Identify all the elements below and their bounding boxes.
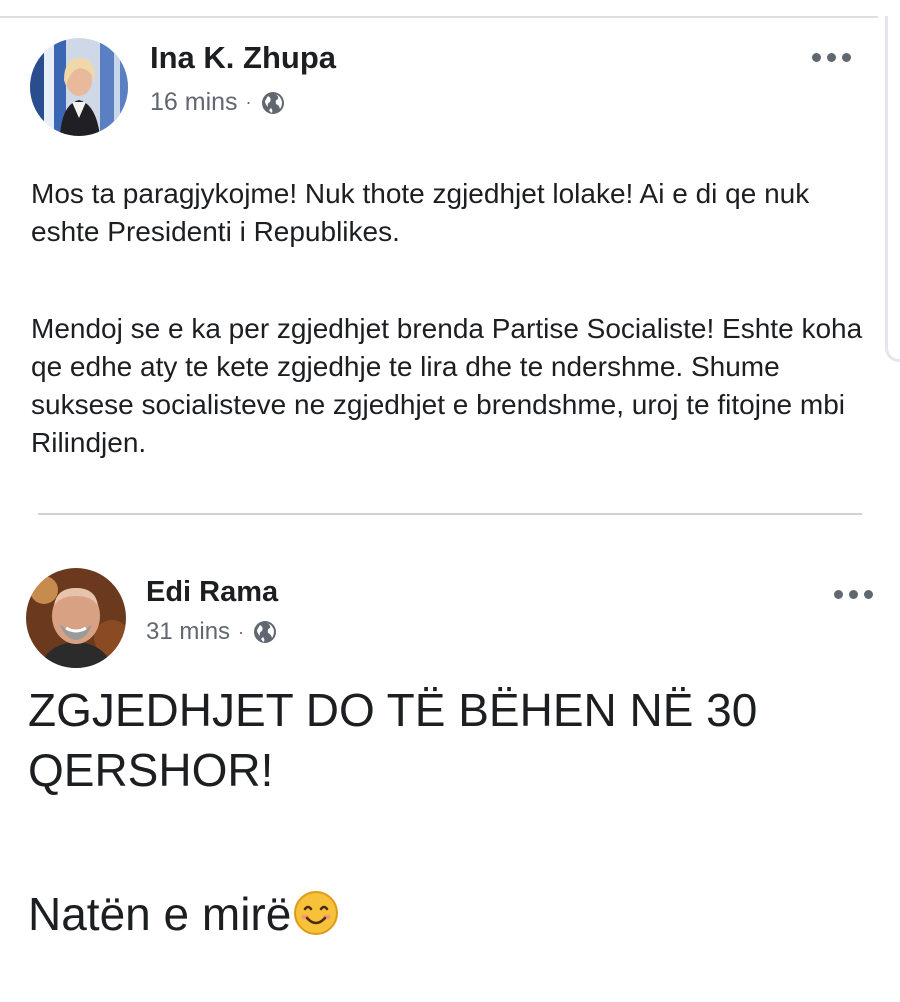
post-time[interactable]: 16 mins [150, 88, 238, 117]
top-divider [0, 16, 878, 18]
globe-icon [260, 90, 286, 116]
post-text-paragraph: ZGJEDHJET DO TË BËHEN NË 30 QERSHOR! [28, 684, 758, 796]
more-options-icon[interactable] [834, 590, 873, 599]
author-name[interactable]: Ina K. Zhupa [150, 40, 336, 76]
avatar[interactable] [26, 568, 126, 668]
more-options-icon[interactable] [812, 53, 851, 62]
avatar[interactable] [30, 38, 128, 136]
post-text-paragraph: Mos ta paragjykojme! Nuk thote zgjedhjet… [31, 178, 810, 247]
post-time[interactable]: 31 mins [146, 618, 230, 646]
meta-separator: · [245, 92, 252, 112]
smiling-face-emoji [293, 890, 339, 936]
globe-icon [252, 619, 278, 645]
post-divider [38, 513, 862, 515]
side-panel-edge [885, 16, 900, 362]
post-text-paragraph: Mendoj se e ka per zgjedhjet brenda Part… [31, 313, 863, 458]
post-text-paragraph: Natën e mirë [28, 884, 888, 944]
post-meta: 31 mins · [146, 618, 278, 646]
meta-separator: · [238, 621, 245, 642]
post-text-line: Natën e mirë [28, 888, 292, 940]
post-meta: 16 mins · [150, 88, 286, 117]
author-name[interactable]: Edi Rama [146, 576, 278, 609]
